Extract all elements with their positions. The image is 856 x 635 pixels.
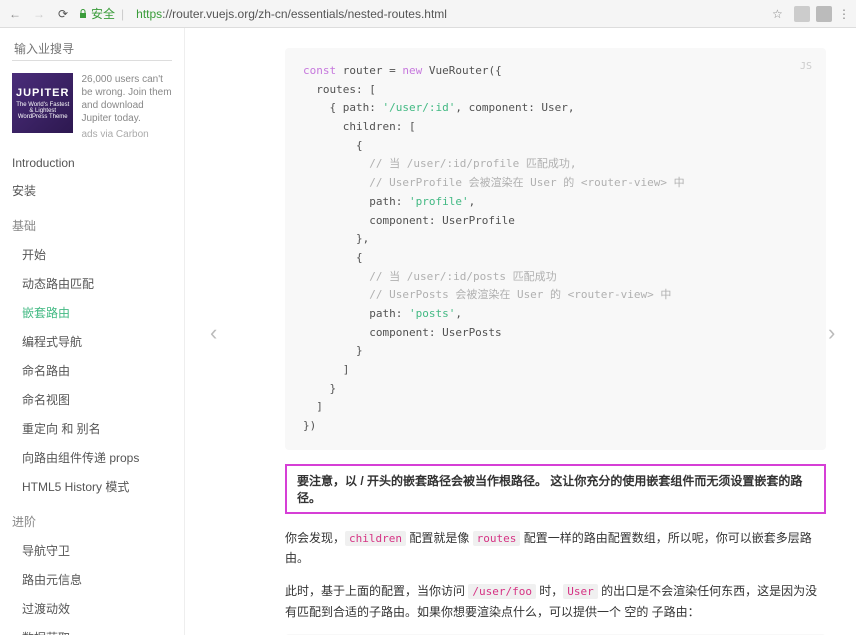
- forward-button[interactable]: →: [30, 7, 48, 21]
- secure-label: 安全: [91, 5, 115, 22]
- url-path: ://router.vuejs.org/zh-cn/essentials/nes…: [162, 7, 447, 21]
- nav-item-programmatic[interactable]: 编程式导航: [12, 327, 184, 356]
- inline-code: /user/foo: [468, 584, 536, 599]
- paragraph-1: 你会发现，children 配置就是像 routes 配置一样的路由配置数组，所…: [285, 528, 826, 569]
- nav-section-basic: 基础: [12, 217, 184, 234]
- ad-logo-sub: The World's Fastest & Lightest WordPress…: [16, 102, 69, 120]
- nav-item-transition[interactable]: 过渡动效: [12, 594, 184, 623]
- extension-icon[interactable]: [794, 6, 810, 22]
- nav-item-guards[interactable]: 导航守卫: [12, 536, 184, 565]
- url-bar[interactable]: https://router.vuejs.org/zh-cn/essential…: [130, 5, 766, 23]
- ad-box[interactable]: JUPITER The World's Fastest & Lightest W…: [12, 73, 172, 140]
- ad-via: ads via Carbon: [81, 129, 172, 140]
- nav-item-dynamic[interactable]: 动态路由匹配: [12, 269, 184, 298]
- search-input[interactable]: [12, 38, 172, 61]
- secure-indicator: 安全: [78, 5, 115, 22]
- reload-button[interactable]: ⟳: [54, 7, 72, 21]
- extension-icon[interactable]: [816, 6, 832, 22]
- nav-item-named-views[interactable]: 命名视图: [12, 385, 184, 414]
- code-block-1: JSconst router = new VueRouter({ routes:…: [285, 48, 826, 450]
- inline-code: routes: [473, 531, 521, 546]
- code-lang-label: JS: [800, 58, 812, 75]
- lock-icon: [78, 9, 88, 19]
- nav-item-redirect[interactable]: 重定向 和 别名: [12, 414, 184, 443]
- sidebar: JUPITER The World's Fastest & Lightest W…: [0, 28, 185, 635]
- inline-code: children: [345, 531, 406, 546]
- nav-item-history[interactable]: HTML5 History 模式: [12, 472, 184, 501]
- paragraph-2: 此时，基于上面的配置，当你访问 /user/foo 时，User 的出口是不会渲…: [285, 581, 826, 622]
- nav-introduction[interactable]: Introduction: [12, 150, 184, 176]
- inline-code: User: [563, 584, 598, 599]
- back-button[interactable]: ←: [6, 7, 24, 21]
- bookmark-icon[interactable]: ☆: [772, 7, 788, 21]
- nav-item-named-routes[interactable]: 命名路由: [12, 356, 184, 385]
- nav-item-start[interactable]: 开始: [12, 240, 184, 269]
- ad-image: JUPITER The World's Fastest & Lightest W…: [12, 73, 73, 133]
- callout-note: 要注意，以 / 开头的嵌套路径会被当作根路径。 这让你充分的使用嵌套组件而无须设…: [285, 464, 826, 514]
- menu-icon[interactable]: ⋮: [838, 7, 850, 21]
- nav-install[interactable]: 安装: [12, 176, 184, 205]
- url-protocol: https: [136, 7, 162, 21]
- search-box: [12, 38, 172, 61]
- nav-item-meta[interactable]: 路由元信息: [12, 565, 184, 594]
- nav-item-data[interactable]: 数据获取: [12, 623, 184, 635]
- nav-item-props[interactable]: 向路由组件传递 props: [12, 443, 184, 472]
- nav-section-adv: 进阶: [12, 513, 184, 530]
- ad-text: 26,000 users can't be wrong. Join them a…: [81, 73, 172, 125]
- ad-logo: JUPITER: [16, 87, 69, 99]
- browser-toolbar: ← → ⟳ 安全 | https://router.vuejs.org/zh-c…: [0, 0, 856, 28]
- nav-item-nested[interactable]: 嵌套路由: [12, 298, 184, 327]
- main-content: JSconst router = new VueRouter({ routes:…: [185, 28, 856, 635]
